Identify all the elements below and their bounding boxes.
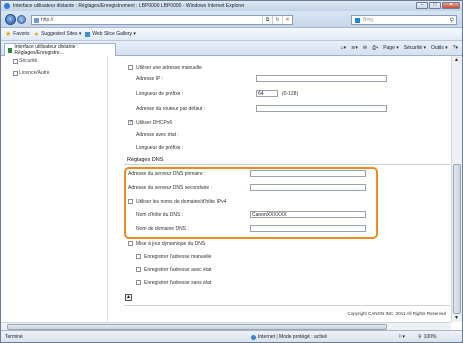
zoom-icon[interactable]: ⚲ — [418, 334, 422, 340]
zoom-level[interactable]: 100% — [424, 334, 437, 340]
dyn-update-label: Mise à jour dynamique du DNS — [136, 241, 206, 247]
back-button[interactable]: ‹ — [5, 14, 16, 25]
web-slice-gallery-link[interactable]: Web Slice Gallery ▾ — [85, 31, 136, 37]
bing-icon — [355, 17, 360, 23]
reg-manual-label: Enregistrer l'adresse manuelle — [144, 254, 212, 260]
dhcpv6-label: Utiliser DHCPv6 — [136, 120, 173, 126]
favorites-button[interactable]: ★ Favoris — [5, 30, 30, 38]
globe-icon — [251, 334, 256, 340]
protected-mode-icon[interactable]: ⚐▾ — [398, 334, 405, 340]
vertical-scrollbar[interactable]: ▲ ▼ — [451, 56, 462, 322]
compat-view-icon[interactable]: ⧉ — [262, 16, 272, 24]
reg-stateless-checkbox[interactable] — [136, 280, 141, 286]
mail-icon[interactable]: ✉ — [363, 45, 367, 51]
status-bar: Terminé Internet | Mode protégé : activé… — [1, 330, 462, 342]
search-icon[interactable]: ⚲ — [450, 17, 454, 24]
site-icon — [8, 47, 13, 53]
url-field[interactable]: http:// ⧉ ↻ ✕ — [31, 15, 293, 25]
gateway-label: Adresse du routeur par défaut : — [136, 106, 206, 112]
manual-ip-label: Utiliser une adresse manuelle — [136, 65, 202, 71]
prefix-input[interactable]: 64 — [256, 90, 278, 97]
forward-button[interactable]: › — [17, 15, 26, 24]
help-menu[interactable]: ?▾ — [453, 45, 458, 51]
manual-ip-checkbox[interactable] — [128, 65, 133, 71]
stateful-address-label: Adresse avec état : — [136, 132, 179, 138]
suggested-sites-link[interactable]: ★ Suggested Sites ▾ — [34, 31, 82, 38]
highlight-box — [124, 167, 378, 239]
section-divider — [124, 164, 450, 165]
print-icon[interactable]: ⎙▾ — [372, 45, 378, 51]
sidebar-item-license[interactable]: Licence/Autre — [13, 70, 50, 76]
horizontal-scrollbar[interactable] — [1, 322, 451, 330]
close-button[interactable]: ✕ — [442, 2, 460, 9]
vertical-scroll-thumb[interactable] — [453, 164, 461, 314]
tools-menu[interactable]: Outils ▾ — [431, 45, 448, 51]
page-top-icon[interactable]: ▲ — [125, 294, 132, 301]
reg-manual-checkbox[interactable] — [136, 254, 141, 260]
ip-label: Adresse IP : — [136, 76, 164, 82]
favorites-bar: ★ Favoris ★ Suggested Sites ▾ Web Slice Ga… — [1, 28, 462, 41]
refresh-icon[interactable]: ↻ — [272, 16, 282, 24]
web-slice-icon — [85, 31, 91, 37]
prefix-label: Longueur de préfixe : — [136, 91, 184, 97]
search-input[interactable]: Bing ⚲ — [351, 15, 457, 25]
footer-divider — [124, 305, 450, 306]
dns-section-title: Réglages DNS — [127, 157, 164, 163]
ip-input[interactable] — [256, 75, 387, 82]
gateway-input[interactable] — [256, 105, 387, 112]
status-text: Terminé — [5, 334, 23, 340]
tab-remote-ui[interactable]: Interface utilisateur distante : Réglage… — [4, 43, 116, 56]
tab-strip: Interface utilisateur distante : Réglage… — [1, 41, 462, 56]
maximize-button[interactable]: □ — [429, 2, 441, 9]
stateful-prefix-label: Longueur de préfixe : — [136, 145, 184, 151]
zone-text[interactable]: Internet | Mode protégé : activé — [258, 334, 327, 340]
prefix-range: (0-128) — [282, 91, 299, 97]
reg-stateful-label: Enregistrer l'adresse avec état — [144, 267, 212, 273]
address-bar: ‹ › http:// ⧉ ↻ ✕ Bing ⚲ — [1, 11, 462, 28]
copyright-text: Copyright CANON INC. 2011 All Rights Res… — [347, 311, 446, 316]
scroll-down-icon[interactable]: ▼ — [454, 315, 459, 321]
security-menu[interactable]: Sécurité ▾ — [404, 45, 426, 51]
page-icon — [34, 17, 39, 23]
sidebar-item-security[interactable]: Sécurité — [12, 58, 37, 64]
reg-stateless-label: Enregistrer l'adresse sans état — [144, 280, 212, 286]
scroll-up-icon[interactable]: ▲ — [454, 57, 459, 63]
dyn-update-checkbox[interactable] — [128, 241, 133, 247]
browser-window: Interface utilisateur distante : Réglage… — [0, 0, 463, 343]
window-title: Interface utilisateur distante : Réglage… — [13, 3, 245, 9]
add-favorite-icon: ★ — [33, 31, 40, 38]
ie-logo-icon — [4, 3, 10, 9]
minimize-button[interactable]: – — [416, 2, 428, 9]
home-icon[interactable]: ⌂▾ — [341, 45, 347, 51]
dhcpv6-checkbox[interactable] — [128, 119, 133, 126]
star-icon: ★ — [5, 31, 12, 38]
sidebar: Sécurité Licence/Autre — [5, 56, 108, 322]
feeds-icon[interactable]: ≋▾ — [351, 45, 358, 51]
command-bar: ⌂▾ ≋▾ ✉ ⎙▾ Page ▾ Sécurité ▾ Outils ▾ ?▾ — [341, 45, 458, 51]
page-menu[interactable]: Page ▾ — [383, 45, 399, 51]
reg-stateful-checkbox[interactable] — [136, 267, 141, 273]
title-bar: Interface utilisateur distante : Réglage… — [1, 1, 462, 11]
stop-icon[interactable]: ✕ — [282, 16, 292, 24]
